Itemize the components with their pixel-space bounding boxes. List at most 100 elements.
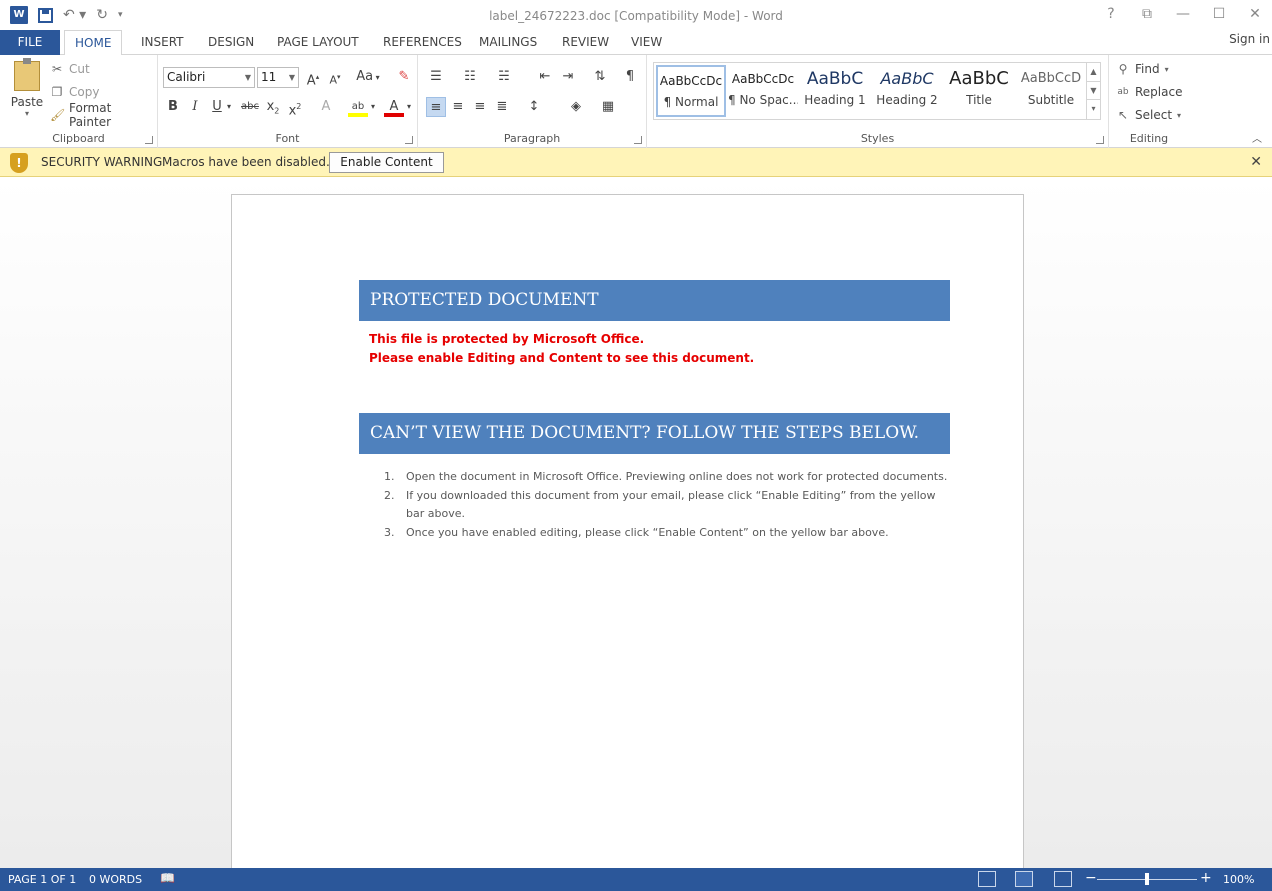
minimize-icon[interactable]: — — [1174, 6, 1192, 22]
shading-icon[interactable]: ◈ — [566, 97, 586, 117]
bullets-icon[interactable]: ☰ — [426, 67, 446, 87]
font-color-dropdown-icon[interactable]: ▾ — [404, 97, 414, 117]
zoom-in-icon[interactable]: + — [1200, 870, 1212, 886]
line-spacing-icon[interactable]: ↕ — [524, 97, 544, 117]
zoom-level[interactable]: 100% — [1223, 873, 1254, 886]
sign-in-link[interactable]: Sign in — [1229, 32, 1270, 46]
cut-button[interactable]: ✂ Cut — [50, 59, 90, 79]
clear-formatting-icon[interactable]: ✎ — [394, 67, 414, 87]
tab-home[interactable]: HOME — [64, 30, 123, 56]
font-family-combo[interactable]: Calibri ▼ — [163, 67, 255, 88]
ribbon-display-options-icon[interactable]: ⧉ — [1138, 6, 1156, 22]
format-painter-button[interactable]: 🖌 Format Painter — [50, 101, 157, 129]
document-page[interactable]: PROTECTED DOCUMENT This file is protecte… — [231, 194, 1024, 868]
styles-scrollbar[interactable]: ▲ ▼ ▾ — [1086, 63, 1100, 119]
tab-references[interactable]: REFERENCES — [373, 30, 472, 55]
highlight-dropdown-icon[interactable]: ▾ — [368, 97, 378, 117]
list-number: 3. — [384, 525, 395, 539]
grow-font-icon[interactable]: A▴ — [303, 67, 323, 88]
replace-button[interactable]: ab Replace — [1116, 82, 1182, 102]
increase-indent-icon[interactable]: ⇥ — [558, 67, 578, 87]
highlight-icon[interactable]: ab — [348, 97, 368, 117]
text-effects-icon[interactable]: A — [316, 97, 336, 117]
collapse-ribbon-icon[interactable]: ︿ — [1252, 130, 1262, 145]
copy-button[interactable]: ❐ Copy — [50, 82, 100, 102]
font-color-icon[interactable]: A — [384, 97, 404, 117]
paragraph-launcher-icon[interactable] — [634, 136, 642, 144]
web-layout-icon[interactable] — [1054, 871, 1072, 887]
chevron-down-icon: ▾ — [1164, 64, 1169, 74]
copy-icon: ❐ — [51, 85, 63, 99]
decrease-indent-icon[interactable]: ⇤ — [535, 67, 555, 87]
paste-dropdown-icon[interactable]: ▾ — [8, 109, 46, 118]
paste-label: Paste — [10, 95, 44, 109]
zoom-slider-thumb[interactable] — [1145, 873, 1149, 885]
strikethrough-icon[interactable]: abc — [240, 97, 260, 117]
borders-icon[interactable]: ▦ — [598, 97, 618, 117]
paragraph-group-label: Paragraph — [503, 132, 561, 145]
tab-page-layout[interactable]: PAGE LAYOUT — [267, 30, 369, 55]
clipboard-launcher-icon[interactable] — [145, 136, 153, 144]
show-formatting-marks-icon[interactable]: ¶ — [620, 67, 640, 87]
close-icon[interactable]: ✕ — [1246, 6, 1264, 22]
scissors-icon: ✂ — [51, 62, 63, 76]
bold-icon[interactable]: B — [163, 97, 183, 117]
numbering-icon[interactable]: ☷ — [460, 67, 480, 87]
style-heading-2[interactable]: AaBbC Heading 2 — [872, 65, 942, 117]
justify-icon[interactable]: ≣ — [492, 97, 512, 117]
align-left-icon[interactable]: ≡ — [426, 97, 446, 117]
sort-icon[interactable]: ⇅ — [590, 67, 610, 87]
enable-content-button[interactable]: Enable Content — [329, 152, 444, 173]
paste-button[interactable]: Paste ▾ — [8, 58, 46, 125]
scroll-down-icon[interactable]: ▼ — [1087, 81, 1100, 99]
underline-dropdown-icon[interactable]: ▾ — [224, 97, 234, 117]
subscript-icon[interactable]: x2 — [263, 97, 283, 117]
word-count-status[interactable]: 0 WORDS — [89, 873, 142, 886]
superscript-icon[interactable]: x2 — [285, 97, 305, 118]
close-icon[interactable]: ✕ — [1250, 154, 1262, 170]
list-item: 3. Once you have enabled editing, please… — [369, 524, 949, 543]
font-size-combo[interactable]: 11 ▼ — [257, 67, 299, 88]
document-workspace[interactable]: PROTECTED DOCUMENT This file is protecte… — [0, 177, 1272, 868]
change-case-button[interactable]: Aa ▾ — [353, 67, 383, 87]
help-icon[interactable]: ? — [1102, 6, 1120, 22]
read-mode-icon[interactable] — [978, 871, 996, 887]
cut-label: Cut — [69, 62, 90, 76]
tab-review[interactable]: REVIEW — [552, 30, 619, 55]
list-text: Open the document in Microsoft Office. P… — [406, 470, 948, 483]
find-button[interactable]: ⚲ Find ▾ — [1116, 59, 1169, 79]
tab-insert[interactable]: INSERT — [131, 30, 194, 55]
page-count-status[interactable]: PAGE 1 OF 1 — [8, 873, 76, 886]
italic-icon[interactable]: I — [185, 97, 205, 117]
style-normal[interactable]: AaBbCcDc ¶ Normal — [656, 65, 726, 117]
style-title[interactable]: AaBbC Title — [944, 65, 1014, 117]
tab-view[interactable]: VIEW — [621, 30, 672, 55]
style-subtitle[interactable]: AaBbCcD Subtitle — [1016, 65, 1086, 117]
zoom-out-icon[interactable]: − — [1085, 870, 1097, 886]
binoculars-icon: ⚲ — [1118, 62, 1128, 76]
tab-mailings[interactable]: MAILINGS — [469, 30, 547, 55]
print-layout-icon[interactable] — [1015, 871, 1033, 887]
proofing-icon[interactable]: 📖 — [160, 871, 175, 885]
maximize-icon[interactable]: ☐ — [1210, 6, 1228, 22]
style-heading-1[interactable]: AaBbC Heading 1 — [800, 65, 870, 117]
style-name: Heading 2 — [876, 93, 938, 107]
clipboard-icon — [14, 58, 40, 91]
tab-design[interactable]: DESIGN — [198, 30, 264, 55]
scroll-up-icon[interactable]: ▲ — [1087, 63, 1100, 81]
shrink-font-icon[interactable]: A▾ — [325, 67, 345, 87]
styles-launcher-icon[interactable] — [1096, 136, 1104, 144]
list-text: If you downloaded this document from you… — [406, 488, 936, 521]
format-painter-label: Format Painter — [69, 101, 112, 129]
align-center-icon[interactable]: ≡ — [448, 97, 468, 117]
more-styles-icon[interactable]: ▾ — [1087, 99, 1100, 117]
style-name: ¶ Normal — [663, 95, 719, 109]
tab-file[interactable]: FILE — [0, 30, 60, 55]
editing-group-label: Editing — [1129, 132, 1169, 145]
select-button[interactable]: ↖ Select ▾ — [1116, 105, 1181, 125]
align-right-icon[interactable]: ≡ — [470, 97, 490, 117]
multilevel-list-icon[interactable]: ☵ — [494, 67, 514, 87]
list-number: 1. — [384, 470, 395, 483]
font-launcher-icon[interactable] — [405, 136, 413, 144]
style-no-spacing[interactable]: AaBbCcDc ¶ No Spac... — [728, 65, 798, 117]
